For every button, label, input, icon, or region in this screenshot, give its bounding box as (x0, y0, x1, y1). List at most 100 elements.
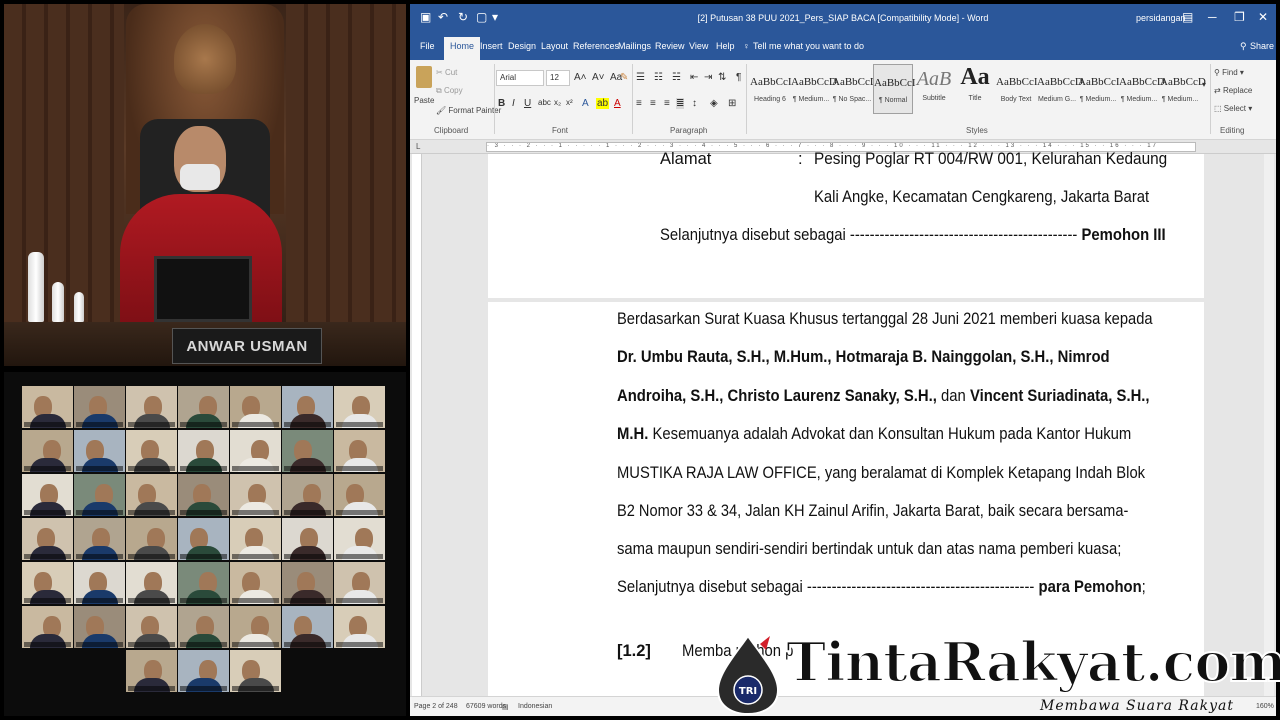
participant-tile[interactable] (22, 562, 73, 604)
style-medium-1[interactable]: AaBbCcD ¶ Medium... (791, 64, 837, 114)
increase-indent-icon[interactable]: ⇥ (704, 72, 712, 83)
style-medium-grid[interactable]: AaBbCcD Medium G... (1037, 64, 1083, 114)
decrease-indent-icon[interactable]: ⇤ (690, 72, 698, 83)
participant-tile[interactable] (334, 474, 385, 516)
tab-view[interactable]: View (689, 41, 708, 51)
font-name-combo[interactable]: Arial (496, 70, 544, 86)
tab-home[interactable]: Home (444, 37, 481, 60)
participant-tile[interactable] (22, 386, 73, 428)
text-effects-icon[interactable]: A (582, 98, 589, 109)
participant-tile[interactable] (22, 474, 73, 516)
highlight-icon[interactable]: ab (596, 98, 610, 109)
participant-tile[interactable] (74, 474, 125, 516)
participant-tile[interactable] (282, 562, 333, 604)
style-subtitle[interactable]: AaB Subtitle (914, 64, 954, 114)
tab-help[interactable]: Help (716, 41, 735, 51)
participant-tile[interactable] (22, 606, 73, 648)
document-area[interactable]: Alamat : Pesing Poglar RT 004/RW 001, Ke… (410, 150, 1276, 696)
participant-tile[interactable] (334, 518, 385, 560)
shrink-font-icon[interactable]: A˅ (592, 72, 605, 83)
paste-button[interactable]: Paste (414, 96, 434, 105)
font-size-combo[interactable]: 12 (546, 70, 570, 86)
font-color-icon[interactable]: A (614, 98, 621, 109)
style-title[interactable]: Aa Title (955, 64, 995, 114)
participant-tile[interactable] (230, 386, 281, 428)
multilevel-list-icon[interactable]: ☵ (672, 72, 681, 83)
tab-file[interactable]: File (420, 41, 435, 51)
participant-tile[interactable] (74, 606, 125, 648)
participant-tile[interactable] (74, 518, 125, 560)
minimize-icon[interactable]: ─ (1208, 10, 1217, 24)
participant-tile[interactable] (334, 606, 385, 648)
participant-tile[interactable] (126, 386, 177, 428)
participant-tile[interactable] (282, 430, 333, 472)
participant-tile[interactable] (178, 562, 229, 604)
numbering-icon[interactable]: ☷ (654, 72, 663, 83)
bullets-icon[interactable]: ☰ (636, 72, 645, 83)
close-icon[interactable]: ✕ (1258, 10, 1268, 24)
shading-icon[interactable]: ◈ (710, 98, 718, 109)
paste-icon[interactable] (416, 66, 432, 88)
participant-tile[interactable] (74, 562, 125, 604)
align-center-icon[interactable]: ≡ (650, 98, 656, 109)
participant-tile[interactable] (74, 430, 125, 472)
participant-tile[interactable] (230, 562, 281, 604)
align-left-icon[interactable]: ≡ (636, 98, 642, 109)
tab-layout[interactable]: Layout (541, 41, 568, 51)
subscript-icon[interactable]: x₂ (554, 98, 561, 107)
participant-tile[interactable] (126, 562, 177, 604)
styles-more-icon[interactable]: ▾ (1202, 80, 1206, 89)
line-spacing-icon[interactable]: ↕ (692, 98, 697, 109)
proofing-icon[interactable]: ▤ (502, 703, 509, 711)
style-medium-2[interactable]: AaBbCcI ¶ Medium... (1078, 64, 1120, 114)
tab-selector-icon[interactable]: L (416, 142, 420, 151)
participant-tile[interactable] (126, 650, 177, 692)
show-formatting-icon[interactable]: ¶ (736, 72, 741, 83)
share-button[interactable]: Share (1250, 41, 1274, 51)
justify-icon[interactable]: ≣ (676, 98, 685, 109)
tell-me-search[interactable]: Tell me what you want to do (753, 41, 864, 51)
restore-icon[interactable]: ❐ (1234, 10, 1245, 24)
ribbon-display-icon[interactable]: ▤ (1182, 10, 1193, 24)
participant-tile[interactable] (282, 606, 333, 648)
participant-tile[interactable] (282, 518, 333, 560)
participant-tile[interactable] (230, 606, 281, 648)
word-count[interactable]: 67609 words (466, 703, 506, 710)
strikethrough-icon[interactable]: abc (538, 98, 551, 107)
align-right-icon[interactable]: ≡ (664, 98, 670, 109)
tab-mailings[interactable]: Mailings (618, 41, 651, 51)
participant-tile[interactable] (178, 386, 229, 428)
participant-tile[interactable] (334, 562, 385, 604)
find-button[interactable]: ⚲ Find ▾ (1214, 68, 1244, 77)
participant-tile[interactable] (282, 474, 333, 516)
language-indicator[interactable]: Indonesian (518, 703, 552, 710)
participant-tile[interactable] (230, 474, 281, 516)
participant-tile[interactable] (178, 606, 229, 648)
participant-tile[interactable] (230, 518, 281, 560)
replace-button[interactable]: ⇄ Replace (1214, 86, 1252, 95)
style-no-spacing[interactable]: AaBbCcD ¶ No Spac... (832, 64, 878, 114)
copy-button[interactable]: ⧉ Copy (436, 86, 463, 96)
participant-tile[interactable] (178, 650, 229, 692)
select-button[interactable]: ⬚ Select ▾ (1214, 104, 1252, 113)
style-heading-6[interactable]: AaBbCcI Heading 6 (750, 64, 792, 114)
participant-tile[interactable] (230, 650, 281, 692)
participant-tile[interactable] (126, 474, 177, 516)
page-1[interactable]: Alamat : Pesing Poglar RT 004/RW 001, Ke… (488, 150, 1204, 298)
cut-button[interactable]: ✂ Cut (436, 68, 457, 77)
style-body-text[interactable]: AaBbCcI Body Text (996, 64, 1038, 114)
participant-tile[interactable] (126, 606, 177, 648)
participant-tile[interactable] (22, 518, 73, 560)
style-normal[interactable]: AaBbCcI ¶ Normal (873, 64, 916, 114)
participant-tile[interactable] (178, 518, 229, 560)
grow-font-icon[interactable]: A˄ (574, 72, 587, 83)
bold-icon[interactable]: B (498, 98, 505, 109)
participant-tile[interactable] (126, 518, 177, 560)
style-medium-4[interactable]: AaBbCcD ¶ Medium... (1160, 64, 1206, 114)
user-name[interactable]: persidangan (1136, 13, 1186, 23)
clear-format-icon[interactable]: ✎ (620, 72, 628, 83)
participant-tile[interactable] (74, 386, 125, 428)
tab-references[interactable]: References (573, 41, 619, 51)
participant-tile[interactable] (282, 386, 333, 428)
format-painter-button[interactable]: 🖌 Format Painter (436, 106, 501, 115)
